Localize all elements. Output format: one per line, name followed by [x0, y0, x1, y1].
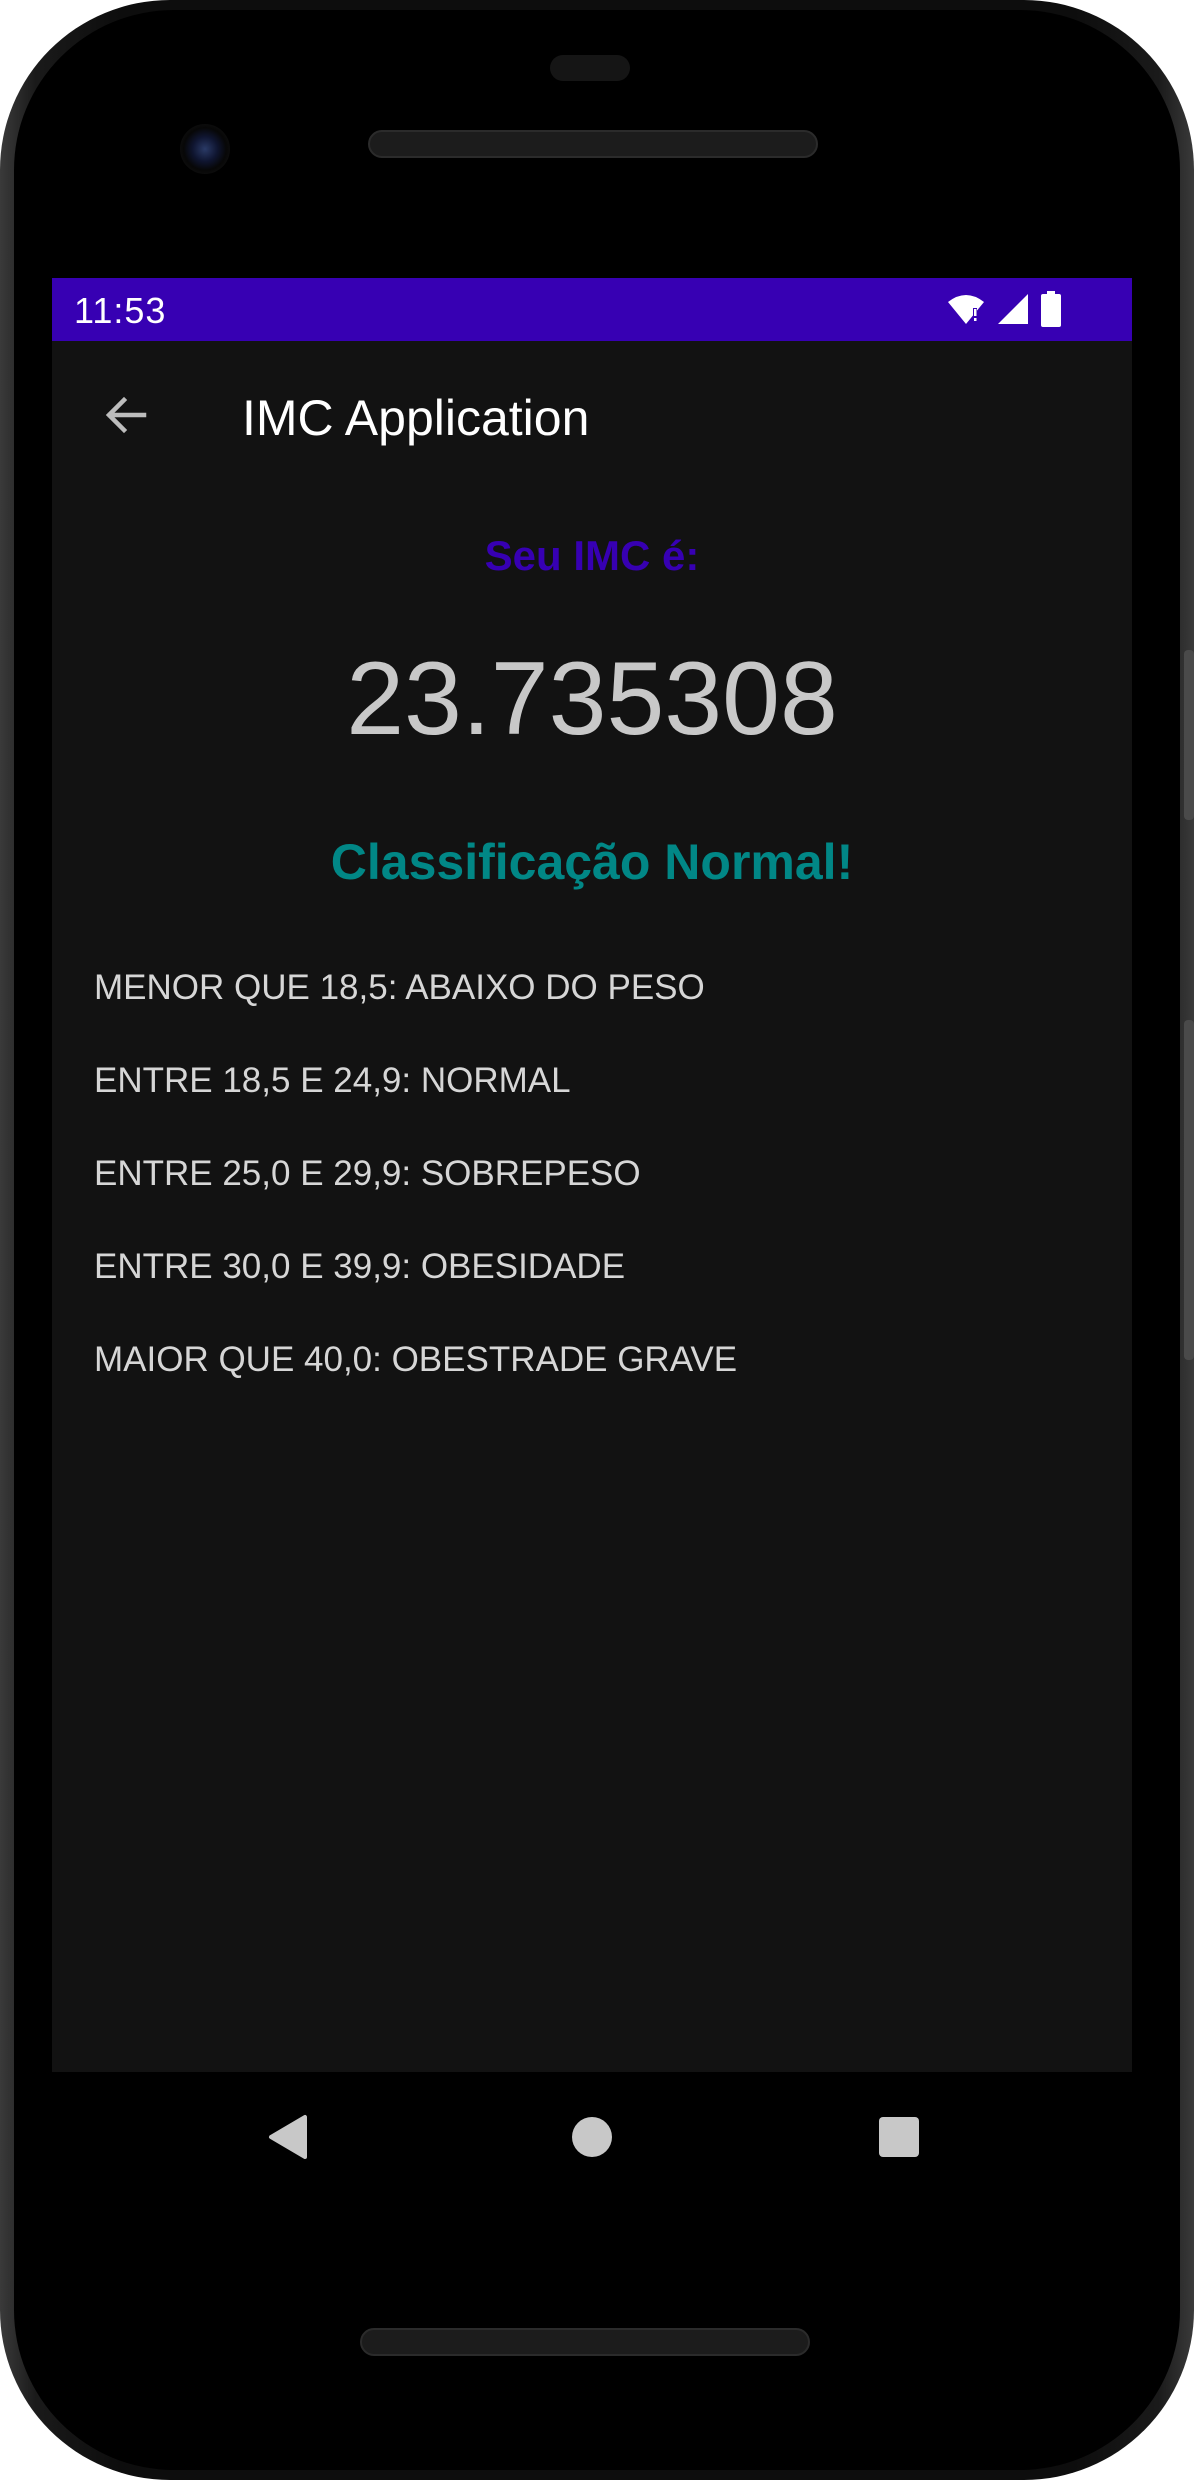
imc-ranges-list: MENOR QUE 18,5: ABAIXO DO PESO ENTRE 18,… [94, 968, 1094, 1433]
nav-back-button[interactable] [252, 2102, 322, 2172]
earpiece [550, 55, 630, 81]
range-item: ENTRE 30,0 E 39,9: OBESIDADE [94, 1247, 626, 1286]
status-bar: 11:53 [52, 278, 1132, 341]
power-button [1184, 650, 1194, 820]
screen: 11:53 IMC Application Seu IMC é: 23.7353… [52, 278, 1132, 2072]
battery-icon [1041, 291, 1061, 327]
signal-icon [998, 294, 1028, 324]
app-bar: IMC Application [52, 341, 1132, 488]
range-item: MAIOR QUE 40,0: OBESTRADE GRAVE [94, 1340, 738, 1379]
top-speaker [368, 130, 818, 158]
status-icons [946, 291, 1062, 327]
back-button[interactable] [94, 383, 158, 447]
nav-home-button[interactable] [557, 2102, 627, 2172]
imc-label: Seu IMC é: [484, 532, 700, 579]
back-triangle-icon [269, 2115, 307, 2159]
imc-value: 23.735308 [346, 641, 838, 757]
classification-text: Classificação Normal! [330, 834, 854, 890]
status-time: 11:53 [74, 290, 167, 331]
app-title: IMC Application [242, 390, 590, 446]
range-item: MENOR QUE 18,5: ABAIXO DO PESO [94, 968, 705, 1007]
front-camera [180, 124, 230, 174]
recents-square-icon [879, 2117, 919, 2157]
bottom-speaker [360, 2328, 810, 2356]
arrow-left-icon [105, 396, 147, 434]
range-item: ENTRE 18,5 E 24,9: NORMAL [94, 1061, 571, 1100]
navigation-bar [52, 2072, 1132, 2200]
phone-frame: 11:53 IMC Application Seu IMC é: 23.7353… [0, 0, 1194, 2480]
nav-recents-button[interactable] [864, 2102, 934, 2172]
wifi-icon [948, 295, 984, 324]
home-circle-icon [572, 2117, 612, 2157]
volume-button [1184, 1020, 1194, 1360]
range-item: ENTRE 25,0 E 29,9: SOBREPESO [94, 1154, 641, 1193]
